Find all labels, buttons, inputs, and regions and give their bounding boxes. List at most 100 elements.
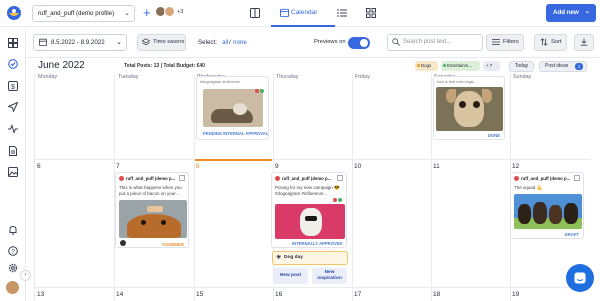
image-icon[interactable] [8, 167, 18, 177]
new-post-button[interactable]: New post [273, 268, 308, 284]
post-text: Posing for my new campaign 😎 #dognagram … [275, 185, 340, 196]
select-all-link[interactable]: all [222, 39, 228, 46]
status-badge: ASSIGNED [162, 242, 184, 247]
chat-button[interactable] [566, 264, 594, 292]
download-icon [580, 38, 588, 46]
settings-icon[interactable] [8, 263, 18, 273]
status-badge: DONE [487, 133, 500, 138]
grid-icon[interactable] [366, 8, 376, 18]
status-badge: DRAFT [564, 232, 579, 237]
chevron-down-icon: ⌄ [116, 39, 122, 46]
today-button[interactable]: Today [509, 61, 534, 72]
date-number: 6 [37, 163, 41, 170]
today-indicator [195, 159, 272, 161]
day-header: Sunday [513, 74, 532, 80]
chevron-down-icon: ⌄ [124, 10, 130, 17]
sun-icon: ☀ [276, 255, 282, 261]
columns-icon[interactable] [250, 8, 260, 18]
help-icon[interactable]: ? [8, 246, 18, 256]
date-number: 15 [196, 291, 204, 298]
date-number: 18 [433, 291, 441, 298]
post-card[interactable]: how is that even legal... DONE [433, 76, 505, 140]
post-image [275, 204, 345, 239]
select-none-link[interactable]: none [233, 39, 247, 46]
totals-summary: Total Posts: 13 | Total Budget: €40 [124, 63, 205, 69]
svg-text:$: $ [11, 84, 15, 91]
dog-day-event[interactable]: ☀ Dog day [272, 251, 348, 265]
time-savers-button[interactable]: Time savers [137, 34, 186, 51]
post-image [203, 89, 263, 127]
activity-icon[interactable] [8, 124, 18, 134]
avatar[interactable] [164, 6, 175, 17]
sidebar: $ ? [0, 27, 26, 301]
filters-button[interactable]: Filters [486, 34, 524, 51]
date-number: 16 [275, 291, 283, 298]
account-name: ruff_and_puff (demo p... [282, 176, 332, 181]
sort-button[interactable]: Sort [534, 34, 567, 51]
add-new-button[interactable]: Add new ⌄ [546, 4, 596, 22]
date-number: 14 [116, 291, 124, 298]
svg-text:?: ? [11, 249, 15, 256]
day-header: Monday [38, 74, 58, 80]
list-icon[interactable] [337, 8, 347, 18]
date-number: 19 [512, 291, 520, 298]
post-card[interactable]: ruff_and_puff (demo p... Posing for my n… [271, 172, 347, 248]
date-number: 7 [116, 163, 120, 170]
dashboard-icon[interactable] [8, 38, 18, 48]
bell-icon[interactable] [8, 225, 18, 235]
search-input[interactable]: Search post text... [387, 34, 483, 51]
post-image [514, 194, 582, 229]
select-separator: / [229, 39, 231, 46]
tag-chip[interactable]: Dogs [415, 61, 438, 71]
date-number: 13 [37, 291, 45, 298]
date-number: 12 [512, 163, 520, 170]
toolbar: 8.5.2022 - 8.9.2022 ⌄ Time savers Select… [26, 27, 600, 58]
date-number: 10 [354, 163, 362, 170]
search-icon [392, 38, 400, 46]
calendar-icon [280, 8, 289, 17]
post-card[interactable]: ruff_and_puff (demo p... The squad 💪 DRA… [510, 172, 584, 239]
sort-label: Sort [551, 39, 562, 45]
previews-label: Previews on [314, 39, 346, 45]
sort-icon [540, 38, 548, 46]
check-circle-icon[interactable] [8, 59, 18, 69]
tab-calendar[interactable]: Calendar [271, 0, 335, 27]
dollar-icon[interactable]: $ [8, 81, 18, 91]
post-card[interactable]: #dognagram #influence PENDING INTERNAL A… [196, 76, 269, 140]
select-checkbox[interactable] [337, 175, 343, 181]
dog-day-label: Dog day [284, 255, 303, 260]
plus-icon[interactable]: + [143, 3, 151, 22]
tab-calendar-label: Calendar [291, 9, 318, 16]
profile-name: ruff_and_puff (demo profile) [38, 10, 115, 17]
chevron-right-icon[interactable]: › [20, 270, 31, 281]
avatar[interactable] [6, 281, 19, 294]
logo-icon[interactable] [6, 5, 22, 21]
day-header: Thursday [276, 74, 299, 80]
time-savers-label: Time savers [153, 39, 185, 45]
extra-members-count[interactable]: +3 [177, 9, 183, 15]
calendar-icon [39, 38, 47, 46]
send-icon[interactable] [8, 102, 18, 112]
post-ideas-button[interactable]: Post ideas 1 [539, 61, 587, 72]
chat-icon [574, 272, 586, 284]
date-number: 11 [433, 163, 440, 170]
post-caption: #dognagram #influence [200, 80, 240, 84]
select-checkbox[interactable] [574, 175, 580, 181]
stack-icon [142, 38, 150, 46]
tag-chip[interactable]: Entertainm... [441, 61, 480, 71]
document-icon[interactable] [8, 146, 18, 156]
top-bar: ruff_and_puff (demo profile) ⌄ + +3 Cale… [0, 0, 600, 27]
new-inspiration-button[interactable]: New inspiration [312, 268, 347, 284]
profile-selector[interactable]: ruff_and_puff (demo profile) ⌄ [32, 5, 135, 22]
post-card[interactable]: ruff_and_puff (demo p... This is what ha… [115, 172, 189, 248]
post-text: This is what happens when you put a piec… [119, 185, 182, 196]
date-range-picker[interactable]: 8.5.2022 - 8.9.2022 ⌄ [33, 34, 127, 51]
chevron-down-icon: ⌄ [584, 8, 590, 15]
account-name: ruff_and_puff (demo p... [126, 176, 176, 181]
post-ideas-label: Post ideas [545, 63, 569, 69]
download-button[interactable] [574, 34, 594, 51]
previews-toggle[interactable] [348, 37, 370, 49]
search-placeholder: Search post text... [403, 39, 452, 45]
more-tags-chip[interactable]: + 7 [483, 61, 500, 71]
select-checkbox[interactable] [179, 175, 185, 181]
